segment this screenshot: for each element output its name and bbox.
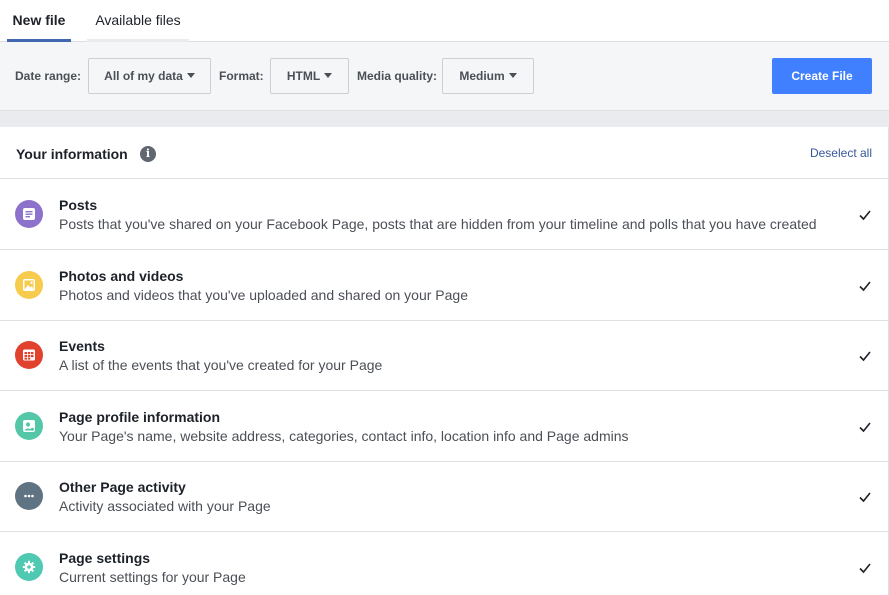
photos-icon	[15, 271, 43, 299]
item-description: Your Page's name, website address, categ…	[59, 428, 629, 444]
chevron-down-icon	[324, 73, 333, 79]
deselect-all-link[interactable]: Deselect all	[810, 146, 872, 160]
chevron-down-icon	[508, 73, 517, 79]
profile-icon	[15, 412, 43, 440]
panel-header: Your information i Deselect all	[0, 127, 889, 179]
list-item-page-settings[interactable]: Page settings Current settings for your …	[0, 532, 889, 595]
checkmark-icon[interactable]	[858, 208, 872, 222]
item-description: Current settings for your Page	[59, 569, 246, 585]
media-quality-dropdown[interactable]: Medium	[442, 58, 534, 94]
format-value: HTML	[286, 69, 321, 83]
more-icon	[15, 482, 43, 510]
item-title: Page profile information	[59, 409, 221, 425]
media-quality-label: Media quality:	[357, 69, 438, 83]
date-range-label: Date range:	[15, 69, 82, 83]
item-description: Posts that you've shared on your Faceboo…	[59, 216, 817, 232]
checkmark-icon[interactable]	[858, 279, 872, 293]
list-item-events[interactable]: Events A list of the events that you've …	[0, 320, 889, 391]
item-description: Photos and videos that you've uploaded a…	[59, 287, 468, 303]
your-information-panel: Your information i Deselect all Posts Po…	[0, 127, 889, 595]
item-description: A list of the events that you've created…	[59, 357, 383, 373]
tab-bar: New file Available files	[0, 0, 889, 42]
date-range-value: All of my data	[104, 69, 183, 83]
format-dropdown[interactable]: HTML	[270, 58, 349, 94]
chevron-down-icon	[186, 73, 195, 79]
settings-gear-icon	[15, 553, 43, 581]
item-description: Activity associated with your Page	[59, 498, 271, 514]
checkmark-icon[interactable]	[858, 490, 872, 504]
item-title: Posts	[59, 197, 98, 213]
calendar-icon	[15, 341, 43, 369]
list-item-posts[interactable]: Posts Posts that you've shared on your F…	[0, 179, 889, 250]
info-icon[interactable]: i	[140, 146, 156, 162]
list-item-page-profile-information[interactable]: Page profile information Your Page's nam…	[0, 391, 889, 462]
list-item-other-page-activity[interactable]: Other Page activity Activity associated …	[0, 461, 889, 532]
section-divider	[0, 111, 889, 127]
item-title: Other Page activity	[59, 479, 186, 495]
item-title: Page settings	[59, 550, 151, 566]
checkmark-icon[interactable]	[858, 561, 872, 575]
media-quality-value: Medium	[459, 69, 505, 83]
checkmark-icon[interactable]	[858, 349, 872, 363]
list-item-photos-and-videos[interactable]: Photos and videos Photos and videos that…	[0, 250, 889, 321]
tab-new-file[interactable]: New file	[7, 0, 71, 42]
item-title: Events	[59, 338, 105, 354]
posts-icon	[15, 200, 43, 228]
date-range-dropdown[interactable]: All of my data	[88, 58, 211, 94]
tab-available-files[interactable]: Available files	[87, 0, 189, 42]
export-options-toolbar: Date range: All of my data Format: HTML …	[0, 42, 889, 111]
create-file-button[interactable]: Create File	[772, 58, 872, 94]
checkmark-icon[interactable]	[858, 420, 872, 434]
panel-title: Your information	[16, 146, 128, 162]
item-title: Photos and videos	[59, 268, 184, 284]
format-label: Format:	[219, 69, 264, 83]
